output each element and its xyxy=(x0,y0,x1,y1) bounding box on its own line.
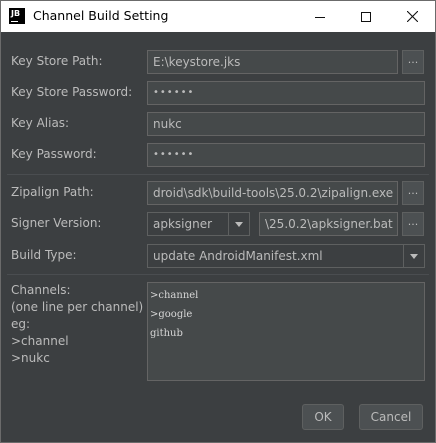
window-title: Channel Build Setting xyxy=(33,8,169,23)
key-store-path-input[interactable]: E:\keystore.jks xyxy=(147,50,398,74)
build-type-label: Build Type: xyxy=(11,248,77,262)
zipalign-path-input[interactable]: droid\sdk\build-tools\25.0.2\zipalign.ex… xyxy=(147,181,398,205)
key-alias-input[interactable]: nukc xyxy=(147,112,425,136)
signer-version-label: Signer Version: xyxy=(11,216,102,230)
key-password-label: Key Password: xyxy=(11,147,97,161)
separator xyxy=(7,274,429,275)
chevron-down-icon xyxy=(403,245,424,267)
logo-text: JB xyxy=(11,9,21,18)
signer-path-input[interactable]: \25.0.2\apksigner.bat xyxy=(259,212,398,236)
channel-line: github xyxy=(150,328,183,339)
key-store-password-input[interactable]: •••••• xyxy=(147,81,425,105)
key-store-path-label: Key Store Path: xyxy=(11,54,103,68)
maximize-icon xyxy=(361,11,371,22)
signer-browse-button[interactable]: ... xyxy=(402,212,424,236)
separator xyxy=(7,174,429,175)
ok-button[interactable]: OK xyxy=(302,404,344,430)
channels-textarea[interactable]: >channel >google github xyxy=(147,282,425,381)
minimize-icon xyxy=(315,16,325,18)
minimize-button[interactable] xyxy=(297,1,343,32)
maximize-button[interactable] xyxy=(343,1,389,32)
chevron-down-icon xyxy=(228,213,249,235)
channels-help-line: >channel xyxy=(11,334,69,348)
zipalign-browse-button[interactable]: ... xyxy=(402,181,424,205)
key-store-browse-button[interactable]: ... xyxy=(402,50,424,74)
signer-version-select[interactable]: apksigner xyxy=(147,212,250,236)
key-store-password-label: Key Store Password: xyxy=(11,85,133,99)
channels-help-line: >nukc xyxy=(11,351,50,365)
build-type-select[interactable]: update AndroidManifest.xml xyxy=(147,244,425,268)
close-button[interactable] xyxy=(389,1,435,32)
channel-line: >channel xyxy=(150,290,199,301)
dialog-window: JB Channel Build Setting Key Store Path:… xyxy=(0,0,436,443)
signer-version-value: apksigner xyxy=(153,217,213,231)
zipalign-path-label: Zipalign Path: xyxy=(11,185,94,199)
channels-help: Channels: (one line per channel) eg: >ch… xyxy=(11,282,143,367)
build-type-value: update AndroidManifest.xml xyxy=(153,249,323,263)
channels-help-line: (one line per channel) xyxy=(11,300,144,314)
channels-help-line: eg: xyxy=(11,317,31,331)
key-alias-label: Key Alias: xyxy=(11,116,70,130)
close-icon xyxy=(406,11,418,22)
jetbrains-logo-icon: JB xyxy=(9,8,25,24)
key-password-input[interactable]: •••••• xyxy=(147,143,425,167)
channel-line: >google xyxy=(150,309,193,320)
cancel-button[interactable]: Cancel xyxy=(359,404,423,430)
title-bar: JB Channel Build Setting xyxy=(1,1,435,32)
channels-label: Channels: xyxy=(11,283,71,297)
